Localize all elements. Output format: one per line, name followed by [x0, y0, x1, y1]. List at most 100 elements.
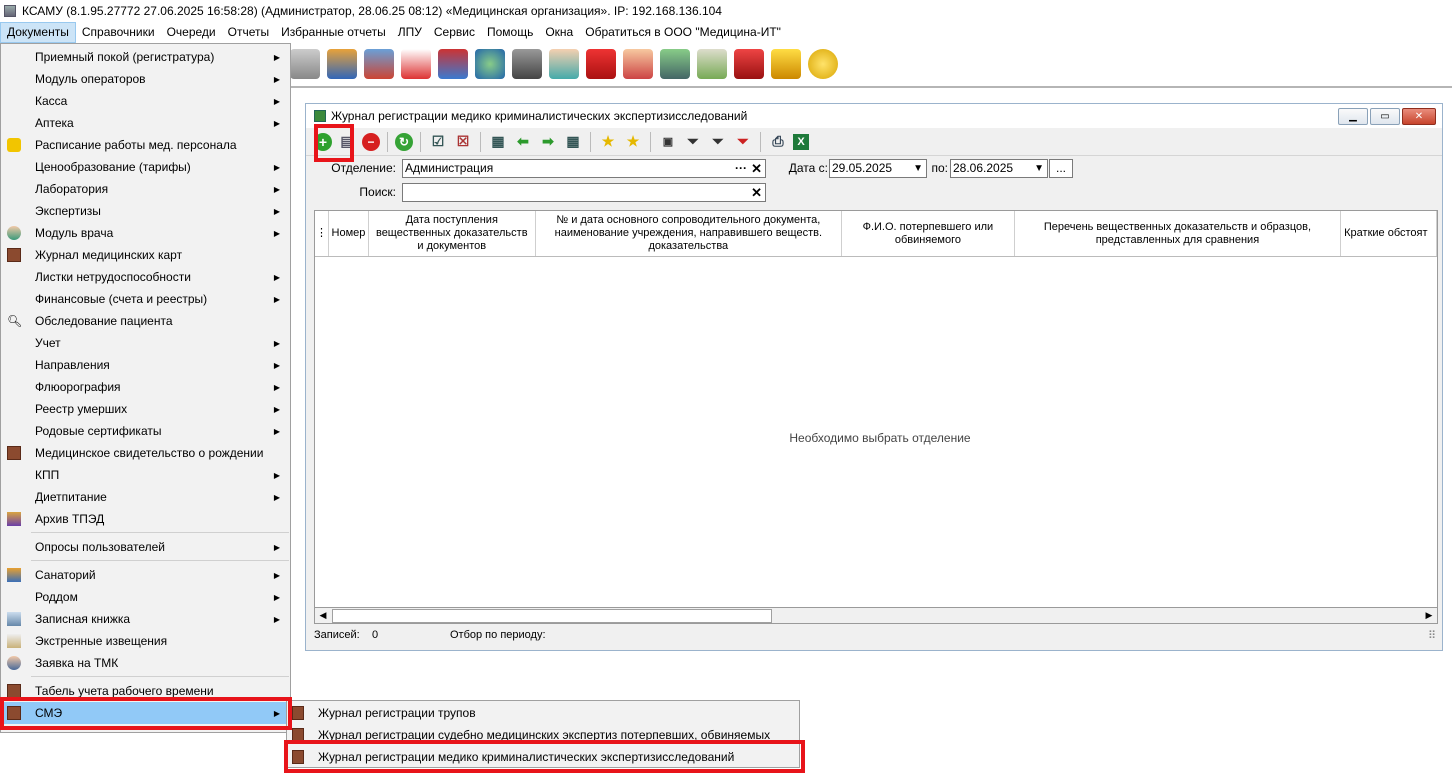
menu-item-cashbox[interactable]: Касса ▶ [1, 90, 290, 112]
menu-item-finance[interactable]: Финансовые (счета и реестры) ▶ [1, 288, 290, 310]
delete-icon[interactable]: − [362, 132, 380, 151]
column-header[interactable]: № и дата основного сопроводительного док… [536, 211, 843, 256]
menu-reports[interactable]: Отчеты [222, 22, 275, 43]
column-header[interactable]: Краткие обстоят [1341, 211, 1437, 256]
annotation-highlight-add [314, 124, 354, 162]
menu-item-birth-certificates[interactable]: Родовые сертификаты ▶ [1, 420, 290, 442]
barcode-scanner-icon[interactable] [512, 49, 542, 79]
menu-item-deceased-registry[interactable]: Реестр умерших ▶ [1, 398, 290, 420]
add-favorite-icon[interactable]: ★ [598, 132, 618, 152]
menu-windows[interactable]: Окна [539, 22, 579, 43]
blank-icon [7, 292, 21, 306]
menu-help[interactable]: Помощь [481, 22, 539, 43]
check-doc-icon[interactable]: ☑ [428, 132, 448, 152]
menu-item-tped-archive[interactable]: Архив ТПЭД [1, 508, 290, 530]
menu-favorite-reports[interactable]: Избранные отчеты [275, 22, 392, 43]
submenu-arrow-icon: ▶ [273, 118, 280, 128]
chat-icon[interactable] [808, 49, 838, 79]
filter-icon[interactable]: ⏷ [683, 132, 703, 152]
lock-icon[interactable] [771, 49, 801, 79]
clear-search-icon[interactable]: ✕ [751, 184, 762, 201]
resize-grip-icon[interactable]: ⠿ [1428, 629, 1438, 642]
submenu-item-corpses-journal[interactable]: Журнал регистрации трупов [287, 702, 799, 724]
menu-item-reception[interactable]: Приемный покой (регистратура) ▶ [1, 46, 290, 68]
department-field[interactable]: Администрация ··· ✕ [402, 158, 766, 178]
menu-item-pricing[interactable]: Ценообразование (тарифы) ▶ [1, 156, 290, 178]
newspaper-icon[interactable] [697, 49, 727, 79]
clear-department-icon[interactable]: ✕ [751, 160, 762, 177]
pdf-icon[interactable] [734, 49, 764, 79]
column-chooser-icon[interactable]: ⋮ [315, 211, 329, 256]
menu-item-doctor-module[interactable]: Модуль врача ▶ [1, 222, 290, 244]
menu-item-emergency-notices[interactable]: Экстренные извещения [1, 630, 290, 652]
menu-directories[interactable]: Справочники [76, 22, 161, 43]
menu-documents[interactable]: Документы [0, 22, 76, 43]
pills-icon[interactable] [475, 49, 505, 79]
menu-item-medical-cards[interactable]: Журнал медицинских карт [1, 244, 290, 266]
menu-item-operators[interactable]: Модуль операторов ▶ [1, 68, 290, 90]
red-book-icon[interactable] [586, 49, 616, 79]
browse-icon[interactable]: ··· [735, 160, 747, 177]
refresh-icon[interactable]: ↻ [395, 132, 413, 151]
horizontal-scrollbar[interactable]: ◀ ▶ [314, 607, 1438, 624]
column-header[interactable]: Перечень вещественных доказательств и об… [1015, 211, 1342, 256]
nurse-icon[interactable] [549, 49, 579, 79]
menu-item-tmk-request[interactable]: Заявка на ТМК [1, 652, 290, 674]
menu-item-maternity[interactable]: Роддом ▶ [1, 586, 290, 608]
chevron-down-icon[interactable]: ▼ [913, 160, 923, 177]
menu-contact[interactable]: Обратиться в ООО "Медицина-ИТ" [579, 22, 787, 43]
date-to-field[interactable]: 28.06.2025 ▼ [950, 158, 1048, 178]
menu-item-pharmacy[interactable]: Аптека ▶ [1, 112, 290, 134]
menu-item-examination[interactable]: 🔍︎ Обследование пациента [1, 310, 290, 332]
arrow-right-icon[interactable]: ➡ [538, 132, 558, 152]
clock-icon[interactable] [327, 49, 357, 79]
minimize-button[interactable]: ▁ [1338, 108, 1368, 125]
scroll-left-icon[interactable]: ◀ [315, 608, 331, 623]
menu-item-expertise[interactable]: Экспертизы ▶ [1, 200, 290, 222]
close-button[interactable]: ✕ [1402, 108, 1436, 125]
submenu-arrow-icon: ▶ [273, 592, 280, 602]
favorites-icon[interactable]: ★ [623, 132, 643, 152]
menu-separator [31, 560, 289, 561]
tool-icon[interactable] [290, 49, 320, 79]
filter-clear-icon[interactable]: ⏷ [733, 132, 753, 152]
menu-item-referrals[interactable]: Направления ▶ [1, 354, 290, 376]
arrow-left-icon[interactable]: ⬅ [513, 132, 533, 152]
column-header[interactable]: Номер [329, 211, 369, 256]
menu-item-schedule[interactable]: Расписание работы мед. персонала [1, 134, 290, 156]
filter-edit-icon[interactable]: ⏷ [708, 132, 728, 152]
print-icon[interactable]: ⎙ [768, 132, 788, 152]
menu-item-laboratory[interactable]: Лаборатория ▶ [1, 178, 290, 200]
export-icon[interactable]: ▦ [488, 132, 508, 152]
menu-item-sick-leave[interactable]: Листки нетрудоспособности ▶ [1, 266, 290, 288]
column-header[interactable]: Ф.И.О. потерпевшего или обвиняемого [842, 211, 1015, 256]
period-button[interactable]: ... [1049, 158, 1073, 178]
menu-item-sanatorium[interactable]: Санаторий ▶ [1, 564, 290, 586]
menu-item-accounting[interactable]: Учет ▶ [1, 332, 290, 354]
search-input[interactable]: ✕ [402, 182, 766, 202]
import-icon[interactable]: ▦ [563, 132, 583, 152]
menu-queues[interactable]: Очереди [161, 22, 222, 43]
books-icon[interactable] [438, 49, 468, 79]
uncheck-doc-icon[interactable]: ☒ [453, 132, 473, 152]
excel-icon[interactable]: X [793, 133, 809, 150]
menu-item-fluorography[interactable]: Флюорография ▶ [1, 376, 290, 398]
menu-item-kpp[interactable]: КПП ▶ [1, 464, 290, 486]
calendar-icon[interactable] [623, 49, 653, 79]
menu-item-notebook[interactable]: Записная книжка ▶ [1, 608, 290, 630]
menu-lpu[interactable]: ЛПУ [392, 22, 428, 43]
menu-item-user-surveys[interactable]: Опросы пользователей ▶ [1, 536, 290, 558]
secure-book-icon[interactable] [660, 49, 690, 79]
medicine-icon[interactable] [364, 49, 394, 79]
menu-item-birth-medical-certificate[interactable]: Медицинское свидетельство о рождении [1, 442, 290, 464]
menu-item-diet[interactable]: Диетпитание ▶ [1, 486, 290, 508]
calendar-small-icon[interactable]: ▣ [658, 132, 678, 152]
scroll-thumb[interactable] [332, 609, 772, 623]
scroll-right-icon[interactable]: ▶ [1421, 608, 1437, 623]
menu-service[interactable]: Сервис [428, 22, 481, 43]
date-from-field[interactable]: 29.05.2025 ▼ [829, 158, 927, 178]
column-header[interactable]: Дата поступления вещественных доказатель… [369, 211, 536, 256]
maximize-button[interactable]: ▭ [1370, 108, 1400, 125]
chevron-down-icon[interactable]: ▼ [1034, 160, 1044, 177]
first-aid-icon[interactable] [401, 49, 431, 79]
